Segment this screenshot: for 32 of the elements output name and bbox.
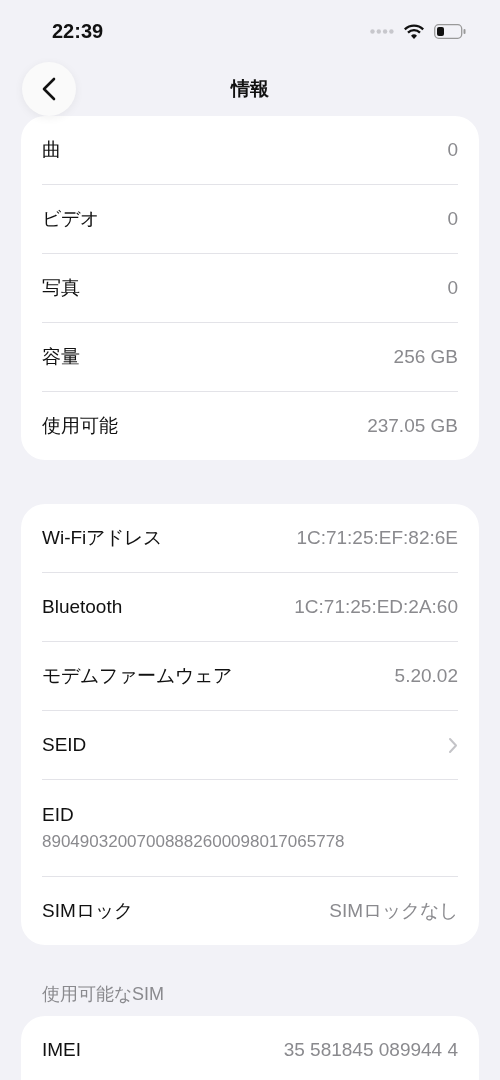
row-label: 容量	[42, 345, 80, 369]
row-value: SIMロックなし	[329, 899, 458, 923]
page-title: 情報	[231, 77, 269, 101]
back-icon	[42, 77, 56, 101]
row-value: 1C:71:25:EF:82:6E	[296, 527, 458, 549]
row-value: 0	[447, 139, 458, 161]
wifi-icon	[404, 23, 424, 39]
row-label: SEID	[42, 734, 87, 756]
row-label: SIMロック	[42, 899, 133, 923]
row-label: モデムファームウェア	[42, 664, 232, 688]
row-label: IMEI	[42, 1039, 82, 1061]
row-label: Wi-Fiアドレス	[42, 526, 163, 550]
chevron-icon	[448, 736, 458, 754]
row-value: 237.05 GB	[367, 415, 458, 437]
row-value: 256 GB	[393, 346, 458, 368]
section-header: 使用可能なSIM	[42, 983, 164, 1006]
row-label: EID	[42, 804, 75, 826]
row-value: 89049032007008882600098017065778	[42, 832, 346, 852]
row-label: Bluetooth	[42, 596, 123, 618]
row-value: 1C:71:25:ED:2A:60	[294, 596, 458, 618]
row-value: 0	[447, 277, 458, 299]
list-row[interactable]: SEID	[42, 711, 458, 780]
row-label: 曲	[42, 138, 61, 162]
row-label: 写真	[42, 276, 80, 300]
row-label: 使用可能	[42, 414, 118, 438]
row-value: 0	[447, 208, 458, 230]
row-value: 35 581845 089944 4	[283, 1039, 458, 1061]
signal-icon	[370, 28, 394, 34]
row-value: 5.20.02	[394, 665, 458, 687]
battery-icon	[434, 23, 466, 39]
status-time: 22:39	[52, 19, 104, 43]
row-label: ビデオ	[42, 207, 99, 231]
